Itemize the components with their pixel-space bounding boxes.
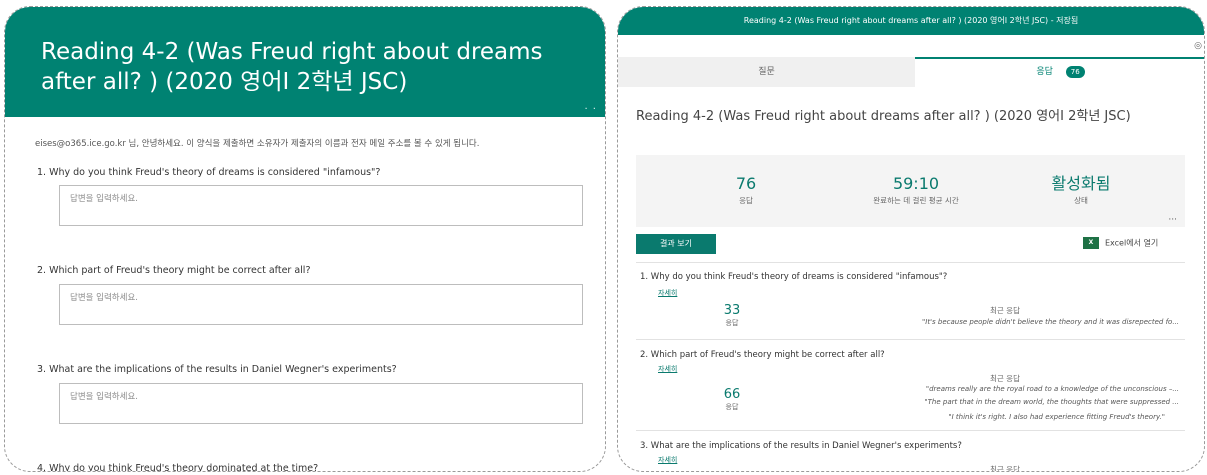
question-1-input[interactable] (60, 188, 582, 210)
sub-toolbar: ◎ (618, 35, 1204, 57)
response-count-2-label: 응답 (725, 403, 739, 411)
details-link-3[interactable]: 자세히 (658, 455, 677, 465)
open-in-excel-label: Excel에서 열기 (1105, 238, 1159, 248)
question-1-answer-box[interactable] (59, 185, 583, 226)
stat-status-label: 상태 (1074, 196, 1088, 205)
response-count-1-label: 응답 (725, 319, 739, 327)
question-2-label: 2. Which part of Freud's theory might be… (37, 265, 311, 276)
question-1-label: 1. Why do you think Freud's theory of dr… (37, 167, 381, 178)
responses-form-title: Reading 4-2 (Was Freud right about dream… (636, 109, 1131, 124)
submission-notice: eises@o365.ice.go.kr 님, 안녕하세요. 이 양식을 제출하… (35, 139, 480, 149)
question-2-input[interactable] (60, 287, 582, 309)
recent-responses-label-3: 최근 응답 (990, 465, 1020, 472)
tab-responses-label: 응답 (1036, 67, 1053, 77)
response-count-2: 66 응답 (712, 387, 752, 412)
stat-responses: 76 응답 (716, 175, 776, 206)
tab-responses[interactable]: 응답 76 (915, 57, 1204, 87)
form-header: Reading 4-2 (Was Freud right about dream… (5, 7, 605, 117)
response-question-2: 2. Which part of Freud's theory might be… (640, 350, 885, 360)
recent-response: "dreams really are the royal road to a k… (925, 385, 1179, 393)
window-title: Reading 4-2 (Was Freud right about dream… (618, 7, 1204, 35)
response-count-1: 33 응답 (712, 303, 752, 328)
stat-status-value: 활성화됨 (1051, 174, 1111, 193)
excel-icon: X (1083, 237, 1099, 249)
details-link-2[interactable]: 자세히 (658, 364, 677, 374)
tab-questions-label: 질문 (758, 67, 775, 77)
open-in-excel-link[interactable]: X Excel에서 열기 (1083, 237, 1158, 249)
question-2-answer-box[interactable] (59, 284, 583, 325)
response-count-1-value: 33 (723, 303, 741, 318)
question-4-label: 4. Why do you think Freud's theory domin… (37, 463, 319, 472)
question-3-label: 3. What are the implications of the resu… (37, 364, 397, 375)
more-icon[interactable]: ··· (1168, 215, 1177, 225)
responses-panel: Reading 4-2 (Was Freud right about dream… (617, 6, 1205, 472)
recent-responses-label-2: 최근 응답 (990, 374, 1020, 383)
recent-response: "It's because people didn't believe the … (922, 318, 1179, 326)
response-count-badge: 76 (1065, 65, 1085, 78)
stat-responses-value: 76 (735, 174, 757, 193)
tab-bar: 질문 응답 76 (618, 57, 1204, 87)
divider (636, 339, 1185, 340)
details-link-1[interactable]: 자세히 (658, 288, 677, 298)
stat-status: 활성화됨 상태 (1026, 175, 1136, 206)
view-results-button[interactable]: 결과 보기 (636, 234, 716, 254)
recent-responses-label-1: 최근 응답 (990, 306, 1020, 315)
stat-responses-label: 응답 (739, 196, 753, 205)
tab-questions[interactable]: 질문 (618, 57, 915, 87)
summary-stats: 76 응답 59:10 완료하는 데 걸린 평균 시간 활성화됨 상태 ··· (636, 155, 1185, 227)
form-title: Reading 4-2 (Was Freud right about dream… (41, 39, 543, 95)
recent-response: "I think it's right. I also had experien… (948, 413, 1165, 421)
recent-response: "The part that in the dream world, the t… (924, 398, 1179, 406)
question-3-answer-box[interactable] (59, 383, 583, 424)
form-preview-panel: Reading 4-2 (Was Freud right about dream… (4, 6, 606, 472)
preview-icon[interactable]: ◎ (1194, 41, 1202, 51)
response-count-2-value: 66 (723, 387, 741, 402)
response-question-1: 1. Why do you think Freud's theory of dr… (640, 272, 948, 282)
more-options-icon[interactable]: · · (584, 104, 597, 115)
divider (636, 430, 1185, 431)
stat-avg-time-label: 완료하는 데 걸린 평균 시간 (873, 196, 959, 205)
divider (636, 262, 1185, 263)
stat-avg-time: 59:10 완료하는 데 걸린 평균 시간 (836, 175, 996, 206)
response-question-3: 3. What are the implications of the resu… (640, 441, 962, 451)
stat-avg-time-value: 59:10 (892, 174, 940, 193)
question-3-input[interactable] (60, 386, 582, 408)
